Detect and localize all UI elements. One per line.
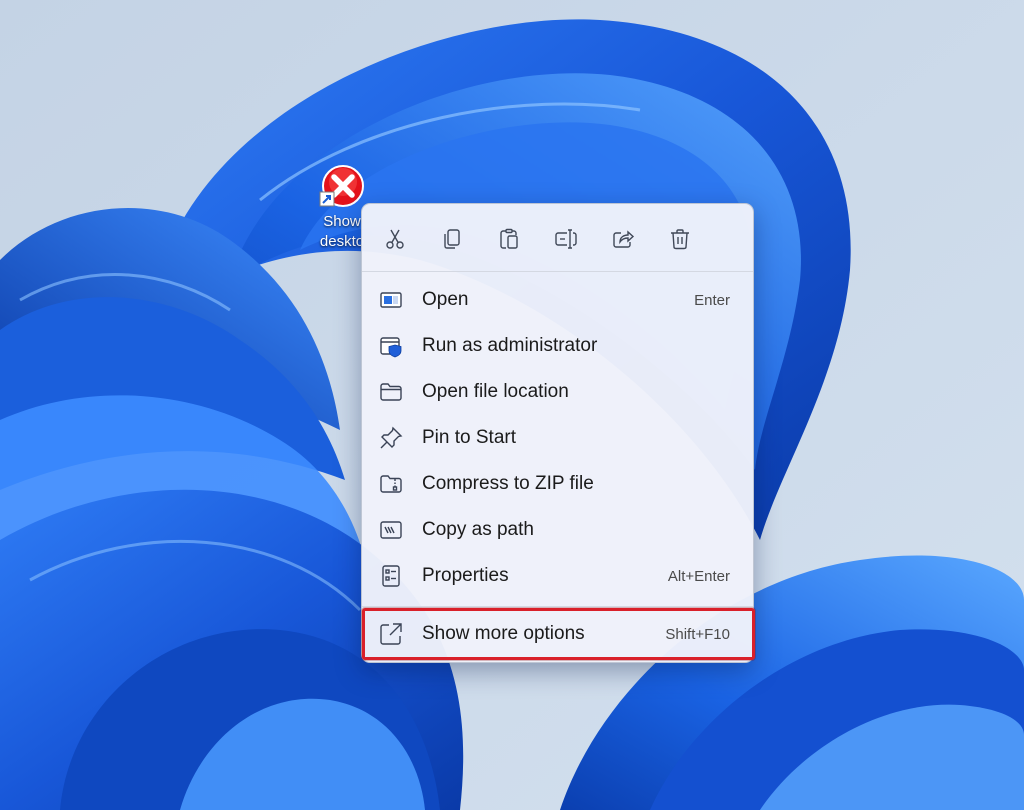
delete-icon (671, 229, 689, 250)
menu-item-label: Properties (422, 565, 509, 586)
shield-icon (378, 333, 404, 359)
properties-icon (378, 563, 404, 589)
menu-item-properties[interactable]: Properties Alt+Enter (368, 556, 747, 596)
context-menu: Open Enter Run as administrator Open fil… (361, 203, 755, 663)
share-button[interactable] (606, 222, 640, 256)
rename-icon (555, 229, 577, 249)
menu-item-label: Open (422, 289, 469, 310)
menu-item-label: Open file location (422, 381, 569, 402)
context-menu-toolbar (362, 204, 753, 272)
menu-item-compress-to-zip[interactable]: Compress to ZIP file (368, 464, 747, 504)
menu-item-label: Run as administrator (422, 335, 598, 356)
paste-icon (500, 228, 518, 249)
copy-icon (444, 229, 460, 249)
menu-item-run-as-administrator[interactable]: Run as administrator (368, 326, 747, 366)
menu-item-shortcut: Shift+F10 (665, 625, 730, 643)
delete-button[interactable] (663, 222, 697, 256)
menu-item-shortcut: Enter (694, 291, 730, 309)
more-options-icon (378, 621, 404, 647)
menu-divider (362, 271, 753, 272)
menu-item-label: Copy as path (422, 519, 534, 540)
cut-button[interactable] (378, 222, 412, 256)
path-icon (378, 517, 404, 543)
copy-button[interactable] (435, 222, 469, 256)
menu-item-shortcut: Alt+Enter (667, 567, 730, 585)
cut-icon (386, 229, 404, 249)
menu-item-label: Compress to ZIP file (422, 473, 594, 494)
menu-item-label: Show more options (422, 623, 585, 644)
error-shortcut-icon (319, 165, 364, 207)
menu-item-copy-as-path[interactable]: Copy as path (368, 510, 747, 550)
menu-item-show-more-options[interactable]: Show more options Shift+F10 (368, 614, 747, 654)
share-icon (613, 230, 635, 248)
menu-item-label: Pin to Start (422, 427, 516, 448)
pin-icon (378, 425, 404, 451)
zip-folder-icon (378, 471, 404, 497)
menu-item-open[interactable]: Open Enter (368, 280, 747, 320)
menu-divider (362, 606, 753, 607)
open-app-icon (378, 287, 404, 313)
menu-item-pin-to-start[interactable]: Pin to Start (368, 418, 747, 458)
paste-button[interactable] (492, 222, 526, 256)
rename-button[interactable] (549, 222, 583, 256)
menu-item-open-file-location[interactable]: Open file location (368, 372, 747, 412)
folder-icon (378, 379, 404, 405)
